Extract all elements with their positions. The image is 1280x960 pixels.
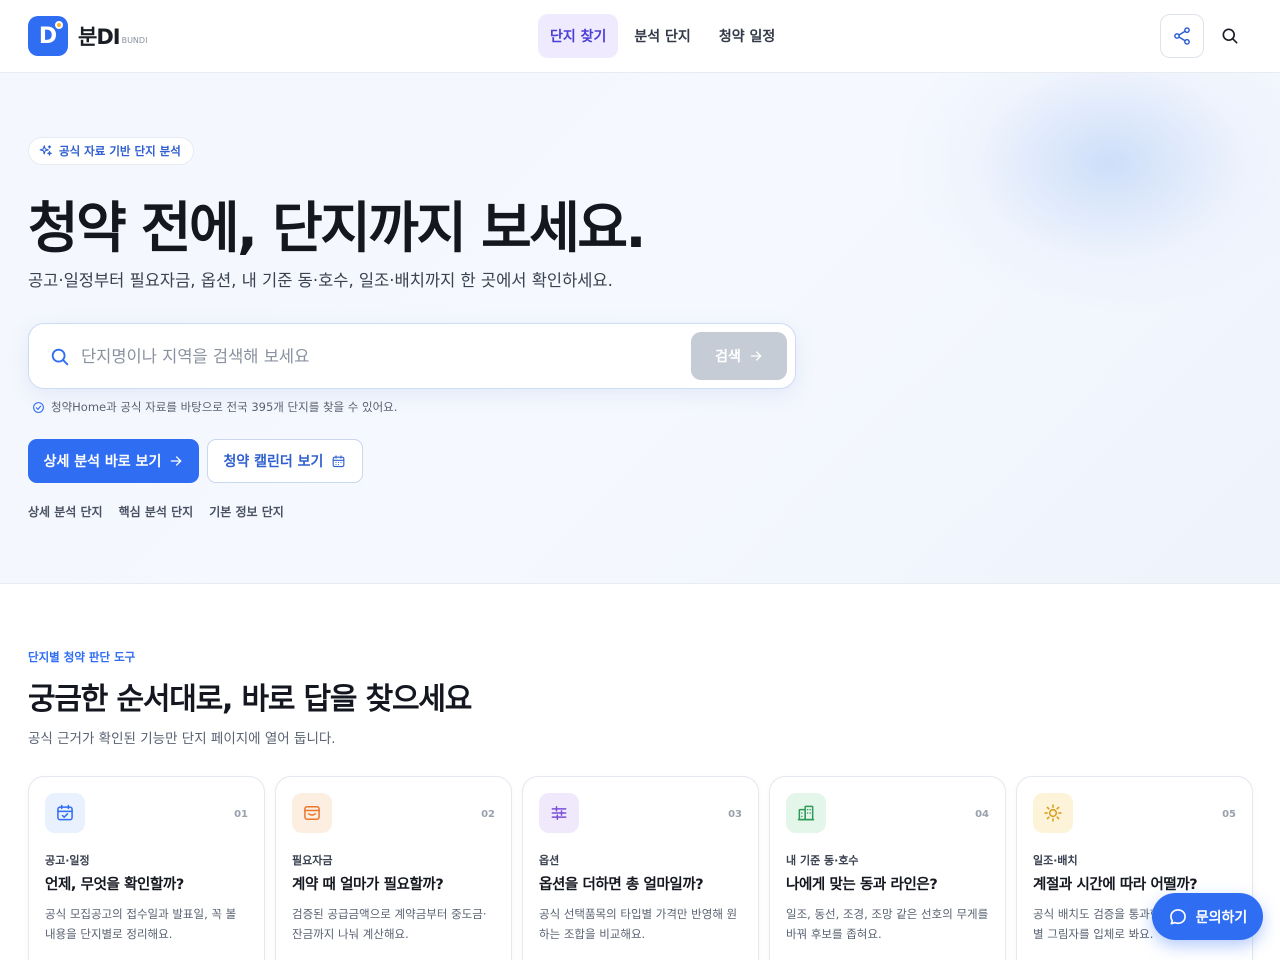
calendar-button-label: 청약 캘린더 보기: [223, 454, 324, 470]
feature-cards: 01 공고·일정 언제, 무엇을 확인할까? 공식 모집공고의 접수일과 발표일…: [28, 776, 1253, 960]
share-icon: [1174, 27, 1190, 45]
link-basic-complex[interactable]: 기본 정보 단지: [209, 503, 284, 520]
logo-name: 분DI: [78, 25, 121, 49]
search-submit-label: 검색: [715, 349, 741, 365]
calendar-icon: [333, 454, 345, 467]
logo[interactable]: D 분DI BUNDI: [28, 16, 147, 56]
search-icon: [1222, 28, 1238, 44]
section-description: 공식 근거가 확인된 기능만 단지 페이지에 열어 둡니다.: [28, 731, 336, 747]
check-circle-icon: [33, 401, 44, 413]
card-title: 언제, 무엇을 확인할까?: [45, 877, 184, 893]
sliders-icon: [551, 806, 567, 820]
calendar-icon: [57, 804, 73, 821]
search-icon: [51, 348, 69, 366]
nav-analyzed-complex[interactable]: 분석 단지: [622, 14, 702, 58]
card-title: 옵션을 더하면 총 얼마일까?: [539, 877, 704, 893]
hero-glow: [900, 73, 1280, 313]
card-icon-wrap: [539, 793, 579, 833]
building-icon: [797, 805, 815, 821]
arrow-right-icon: [750, 351, 762, 361]
detailed-analysis-button[interactable]: 상세 분석 바로 보기: [28, 439, 199, 483]
detailed-analysis-label: 상세 분석 바로 보기: [43, 454, 162, 470]
calendar-button[interactable]: 청약 캘린더 보기: [207, 439, 363, 483]
sparkle-icon: [39, 145, 52, 156]
card-icon-wrap: [786, 793, 826, 833]
link-core-complex[interactable]: 핵심 분석 단지: [119, 503, 194, 520]
logo-dot: [55, 21, 63, 29]
chat-bubble-icon: [1169, 908, 1186, 924]
card-category: 일조·배치: [1033, 854, 1078, 867]
card-number: 04: [975, 809, 989, 820]
nav-find-complex[interactable]: 단지 찾기: [538, 14, 619, 58]
card-description: 공식 모집공고의 접수일과 발표일, 꼭 볼 내용을 단지별로 정리해요.: [45, 907, 237, 941]
card-category: 필요자금: [292, 854, 333, 867]
logo-letter: D: [38, 23, 58, 49]
hero-badge: 공식 자료 기반 단지 분석: [28, 137, 194, 165]
card-category: 내 기준 동·호수: [786, 854, 859, 867]
share-button[interactable]: [1160, 14, 1204, 58]
main-nav: 단지 찾기 분석 단지 청약 일정: [538, 14, 787, 58]
card-icon-wrap: [45, 793, 85, 833]
complex-type-links: 상세 분석 단지 핵심 분석 단지 기본 정보 단지: [28, 503, 284, 520]
inquiry-chat-label: 문의하기: [1195, 909, 1248, 926]
card-description: 검증된 공급금액으로 계약금부터 중도금·잔금까지 나눠 계산해요.: [292, 907, 487, 941]
card-number: 03: [728, 809, 742, 820]
card-description: 일조, 동선, 조경, 조망 같은 선호의 무게를 바꿔 후보를 좁혀요.: [786, 907, 989, 941]
link-detailed-complex[interactable]: 상세 분석 단지: [28, 503, 103, 520]
hero-section: 공식 자료 기반 단지 분석 청약 전에, 단지까지 보세요. 공고·일정부터 …: [0, 73, 1280, 584]
inquiry-chat-button[interactable]: 문의하기: [1152, 893, 1263, 940]
card-category: 공고·일정: [45, 854, 90, 867]
feature-card[interactable]: 04 내 기준 동·호수 나에게 맞는 동과 라인은? 일조, 동선, 조경, …: [769, 776, 1006, 960]
search-input[interactable]: [81, 338, 681, 374]
logo-mark: D: [28, 16, 68, 56]
card-number: 05: [1222, 809, 1236, 820]
nav-schedule[interactable]: 청약 일정: [707, 14, 787, 58]
section-eyebrow: 단지별 청약 판단 도구: [28, 650, 136, 664]
card-category: 옵션: [539, 854, 560, 867]
card-description: 공식 선택품목의 타입별 가격만 반영해 원하는 조합을 비교해요.: [539, 907, 738, 941]
card-number: 02: [481, 809, 495, 820]
wallet-icon: [304, 806, 320, 820]
search-hint: 청약Home과 공식 자료를 바탕으로 전국 395개 단지를 찾을 수 있어요…: [32, 399, 397, 415]
card-number: 01: [234, 809, 248, 820]
feature-card[interactable]: 02 필요자금 계약 때 얼마가 필요할까? 검증된 공급금액으로 계약금부터 …: [275, 776, 512, 960]
feature-card[interactable]: 03 옵션 옵션을 더하면 총 얼마일까? 공식 선택품목의 타입별 가격만 반…: [522, 776, 759, 960]
card-title: 계약 때 얼마가 필요할까?: [292, 877, 444, 893]
card-title: 계절과 시간에 따라 어떨까?: [1033, 877, 1198, 893]
card-title: 나에게 맞는 동과 라인은?: [786, 877, 938, 893]
hero-description: 공고·일정부터 필요자금, 옵션, 내 기준 동·호수, 일조·배치까지 한 곳…: [28, 271, 613, 290]
hero-badge-text: 공식 자료 기반 단지 분석: [59, 144, 181, 158]
arrow-right-icon: [171, 456, 182, 466]
search-submit-button[interactable]: 검색: [691, 332, 787, 380]
header-search-button[interactable]: [1214, 20, 1246, 52]
section-title: 궁금한 순서대로, 바로 답을 찾으세요: [28, 682, 472, 717]
card-icon-wrap: [292, 793, 332, 833]
card-icon-wrap: [1033, 793, 1073, 833]
search-box: 검색: [28, 323, 796, 389]
logo-sub: BUNDI: [121, 35, 148, 45]
sun-icon: [1044, 804, 1062, 822]
site-header: D 분DI BUNDI 단지 찾기 분석 단지 청약 일정: [0, 0, 1280, 73]
feature-card[interactable]: 01 공고·일정 언제, 무엇을 확인할까? 공식 모집공고의 접수일과 발표일…: [28, 776, 265, 960]
search-hint-text: 청약Home과 공식 자료를 바탕으로 전국 395개 단지를 찾을 수 있어요…: [51, 400, 398, 414]
hero-title: 청약 전에, 단지까지 보세요.: [28, 196, 646, 260]
